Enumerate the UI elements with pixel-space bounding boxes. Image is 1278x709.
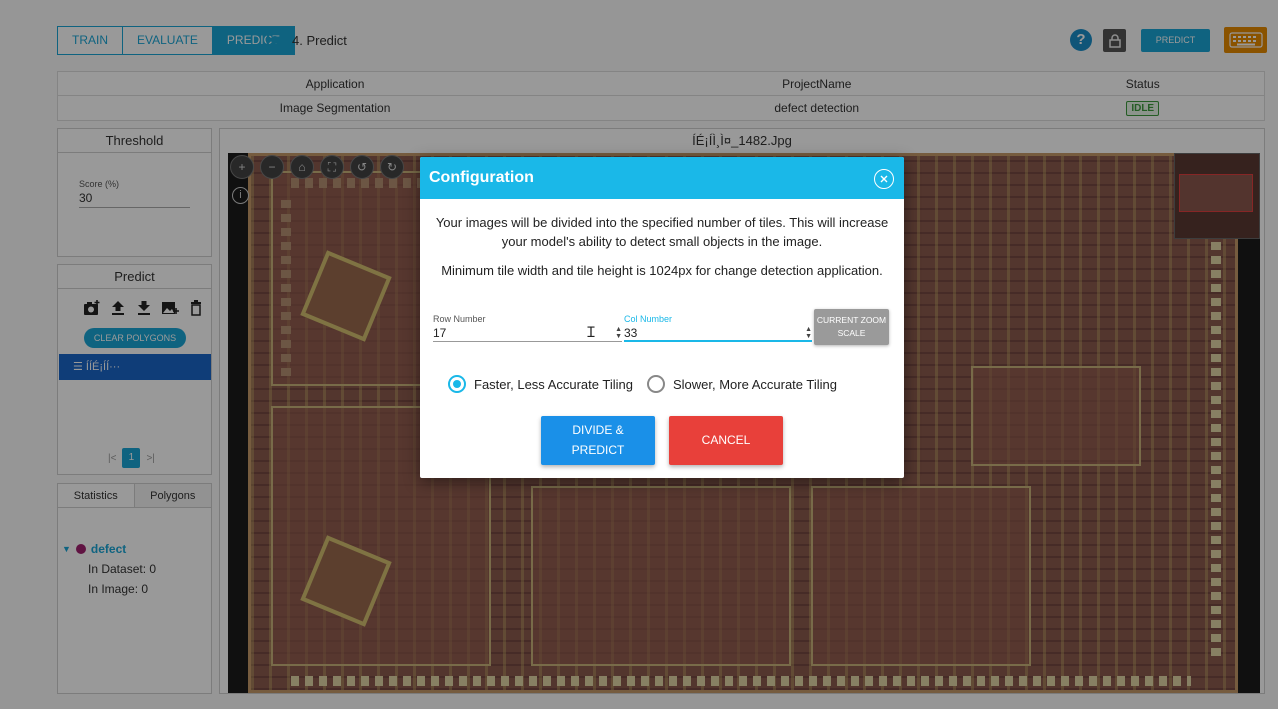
divide-line-1: DIVIDE & [572,423,624,437]
col-number-label: Col Number [624,314,673,324]
option-slow-label: Slower, More Accurate Tiling [672,376,837,392]
option-slow-tiling[interactable]: Slower, More Accurate Tiling [646,375,837,393]
dialog-header: Configuration [420,157,904,199]
divide-and-predict-button[interactable]: DIVIDE & PREDICT [541,416,655,465]
radio-selected-icon[interactable] [448,375,466,393]
col-number-value: 33 [624,326,638,340]
radio-unselected-icon[interactable] [646,375,665,393]
option-fast-tiling[interactable]: Faster, Less Accurate Tiling [448,375,633,393]
close-button[interactable] [874,169,894,189]
divide-line-2: PREDICT [571,443,625,457]
current-zoom-scale-button[interactable]: CURRENT ZOOM SCALE [814,309,889,345]
zoom-line-2: SCALE [837,328,866,338]
col-stepper-icon[interactable]: ▲ ▼ [805,326,812,340]
dialog-title: Configuration [429,169,534,186]
text-cursor-icon: Ｉ [584,324,598,340]
option-fast-label: Faster, Less Accurate Tiling [474,376,633,392]
zoom-line-1: CURRENT ZOOM [816,315,887,325]
dialog-note: Minimum tile width and tile height is 10… [441,263,883,278]
configuration-dialog: Configuration Your images will be divide… [420,157,904,478]
col-number-input[interactable]: 33 ▲ ▼ [624,326,812,342]
cancel-button[interactable]: CANCEL [669,416,783,465]
row-number-value: 17 [433,326,447,340]
col-number-field: Col Number 33 ▲ ▼ [624,314,812,342]
tiling-options: Faster, Less Accurate Tiling Slower, Mor… [448,375,837,393]
row-stepper-icon[interactable]: ▲ ▼ [615,326,622,340]
dialog-description: Your images will be divided into the spe… [435,215,889,249]
close-icon [880,175,888,183]
